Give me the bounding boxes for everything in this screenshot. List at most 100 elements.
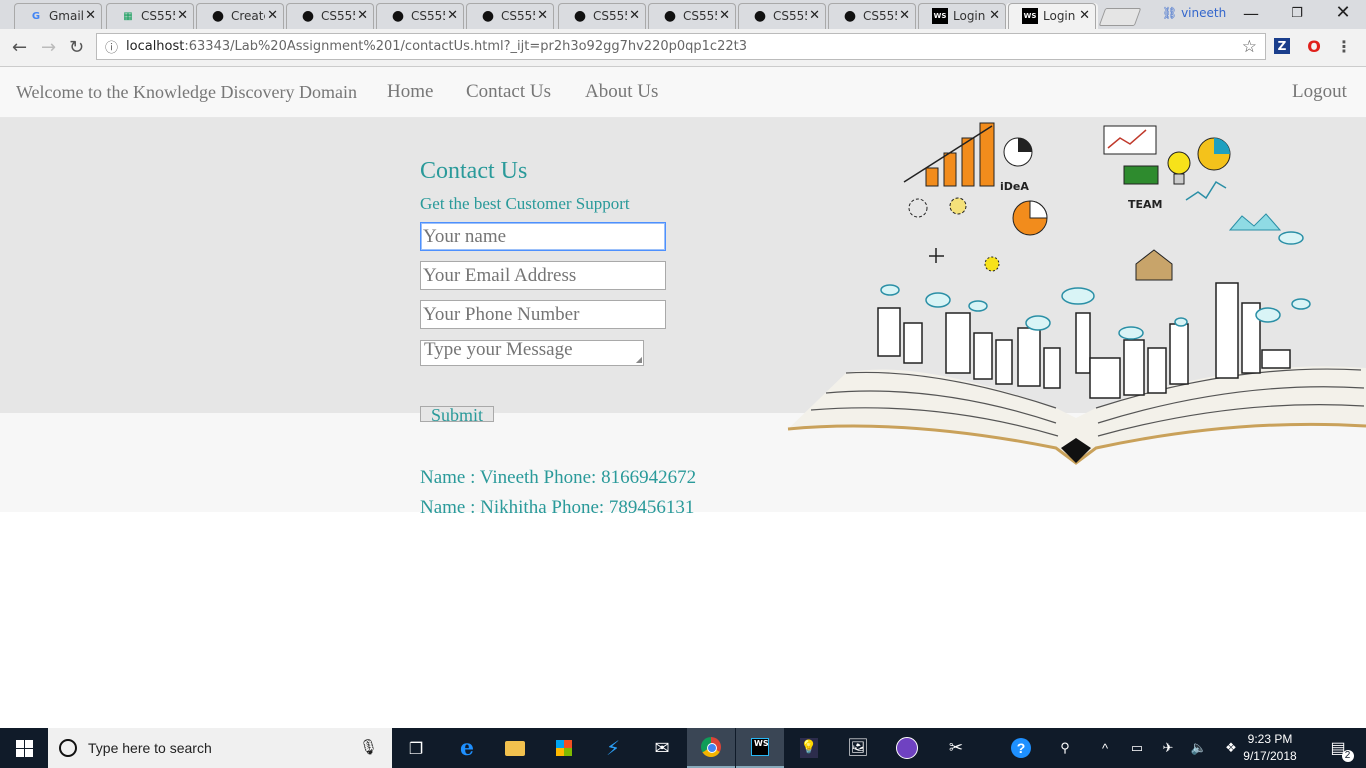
store-icon[interactable]: [540, 728, 588, 768]
tab-title: CS555: [321, 9, 355, 23]
browser-tab[interactable]: ● CS555✕: [464, 3, 556, 29]
back-button[interactable]: ←: [12, 37, 27, 58]
browser-tab[interactable]: ▦ CS555✕: [104, 3, 196, 29]
contact-subheading: Get the best Customer Support: [420, 194, 630, 213]
name-placeholder: Your name: [423, 225, 507, 247]
message-textarea[interactable]: Type your Message ◢: [420, 340, 644, 366]
svg-text:iDeA: iDeA: [1000, 180, 1029, 193]
browser-tab[interactable]: ● CS555✕: [374, 3, 466, 29]
browser-tab[interactable]: WS Login ✕: [1006, 3, 1098, 29]
browser-tab[interactable]: ● CS555✕: [736, 3, 828, 29]
close-tab-icon[interactable]: ✕: [989, 8, 1000, 23]
github-icon: ●: [301, 8, 315, 24]
close-tab-icon[interactable]: ✕: [537, 8, 548, 23]
close-tab-icon[interactable]: ✕: [629, 8, 640, 23]
task-view-icon[interactable]: ❐: [392, 728, 440, 768]
tab-title: CS555: [863, 9, 897, 23]
github-icon: ●: [481, 8, 495, 24]
minimize-button[interactable]: —: [1228, 4, 1274, 23]
close-tab-icon[interactable]: ✕: [85, 8, 96, 23]
bookmark-star-icon[interactable]: ☆: [1242, 37, 1257, 57]
close-tab-icon[interactable]: ✕: [719, 8, 730, 23]
browser-toolbar: ← → ↻ ⓘ localhost:63343/Lab%20Assignment…: [0, 29, 1366, 67]
profile-button[interactable]: ⛓ vineeth: [1162, 6, 1226, 20]
action-center-button[interactable]: ▤ 2: [1318, 728, 1358, 768]
reload-button[interactable]: ↻: [69, 37, 84, 58]
tab-title: Create: [231, 9, 265, 23]
nav-link-about-us[interactable]: About Us: [585, 81, 658, 103]
tab-title: CS555: [773, 9, 807, 23]
address-bar[interactable]: ⓘ localhost:63343/Lab%20Assignment%201/c…: [96, 33, 1266, 60]
snipping-tool-icon[interactable]: ✂: [932, 728, 980, 768]
people-icon[interactable]: ⚲: [1052, 728, 1078, 768]
file-explorer-icon[interactable]: [491, 728, 539, 768]
tab-title: CS555: [501, 9, 535, 23]
github-icon: ●: [211, 8, 225, 24]
name-input[interactable]: Your name: [420, 222, 666, 251]
logout-link[interactable]: Logout: [1292, 81, 1347, 103]
close-tab-icon[interactable]: ✕: [177, 8, 188, 23]
browser-tab[interactable]: ● CS555✕: [556, 3, 648, 29]
notification-icon: ▤ 2: [1330, 738, 1354, 762]
start-button[interactable]: [0, 728, 48, 768]
menu-icon[interactable]: ⋮: [1336, 37, 1352, 56]
site-brand[interactable]: Welcome to the Knowledge Discovery Domai…: [16, 82, 357, 103]
close-window-button[interactable]: ✕: [1320, 2, 1366, 23]
windows-logo-icon: [15, 739, 33, 757]
submit-button[interactable]: Submit: [420, 406, 494, 424]
close-tab-icon[interactable]: ✕: [809, 8, 820, 23]
edge-icon[interactable]: e: [443, 728, 491, 768]
tab-title: CS555: [593, 9, 627, 23]
tab-title: Gmail: [49, 9, 83, 23]
browser-tab[interactable]: WS Login ✕: [916, 3, 1008, 29]
taskbar-search-box[interactable]: Type here to search 🎙: [48, 728, 392, 768]
photos-icon[interactable]: 🖼: [834, 728, 882, 768]
github-desktop-icon[interactable]: [883, 728, 931, 768]
battery-icon[interactable]: ▭: [1126, 728, 1148, 768]
close-tab-icon[interactable]: ✕: [1079, 8, 1090, 23]
browser-tab[interactable]: ● CS555✕: [646, 3, 738, 29]
nav-link-contact-us[interactable]: Contact Us: [466, 81, 551, 103]
microphone-icon[interactable]: 🎙: [359, 738, 378, 756]
github-icon: ●: [843, 8, 857, 24]
search-placeholder: Type here to search: [88, 740, 212, 756]
webstorm-taskbar-icon[interactable]: WS: [736, 728, 784, 768]
volume-icon[interactable]: 🔈: [1188, 728, 1210, 768]
lightbulb-app-icon[interactable]: 💡: [785, 728, 833, 768]
profile-name: vineeth: [1181, 6, 1227, 20]
close-tab-icon[interactable]: ✕: [357, 8, 368, 23]
tab-title: Login: [953, 9, 986, 23]
close-tab-icon[interactable]: ✕: [899, 8, 910, 23]
help-icon[interactable]: ?: [1006, 728, 1036, 768]
close-tab-icon[interactable]: ✕: [447, 8, 458, 23]
resize-grip-icon[interactable]: ◢: [636, 356, 642, 364]
restore-button[interactable]: ❐: [1274, 6, 1320, 21]
info-icon[interactable]: ⓘ: [105, 37, 118, 56]
notification-count-badge: 2: [1341, 750, 1354, 762]
browser-tab[interactable]: G Gmail ✕: [12, 3, 104, 29]
new-tab-button[interactable]: [1098, 8, 1142, 26]
site-navbar: Welcome to the Knowledge Discovery Domai…: [0, 67, 1366, 118]
chrome-icon[interactable]: [687, 728, 735, 768]
zotero-extension-icon[interactable]: Z: [1274, 38, 1290, 54]
contact-entry: Name : Vineeth Phone: 8166942672: [420, 467, 697, 488]
close-tab-icon[interactable]: ✕: [267, 8, 278, 23]
github-icon: ●: [573, 8, 587, 24]
taskbar-clock[interactable]: 9:23 PM 9/17/2018: [1238, 731, 1302, 765]
browser-tab[interactable]: ● Create✕: [194, 3, 286, 29]
phone-input[interactable]: Your Phone Number: [420, 300, 666, 329]
github-icon: ●: [391, 8, 405, 24]
vscode-icon[interactable]: ⚡: [589, 728, 637, 768]
browser-tab[interactable]: ● CS555✕: [826, 3, 918, 29]
github-icon: ●: [663, 8, 677, 24]
email-input[interactable]: Your Email Address: [420, 261, 666, 290]
opera-extension-icon[interactable]: O: [1306, 37, 1322, 56]
github-icon: ●: [753, 8, 767, 24]
nav-link-home[interactable]: Home: [387, 81, 433, 103]
airplane-mode-icon[interactable]: ✈: [1156, 728, 1180, 768]
mail-icon[interactable]: ✉: [638, 728, 686, 768]
profile-icon: ⛓: [1162, 6, 1178, 20]
forward-button[interactable]: →: [41, 37, 56, 58]
browser-tab[interactable]: ● CS555✕: [284, 3, 376, 29]
show-hidden-icons[interactable]: ^: [1094, 728, 1116, 768]
